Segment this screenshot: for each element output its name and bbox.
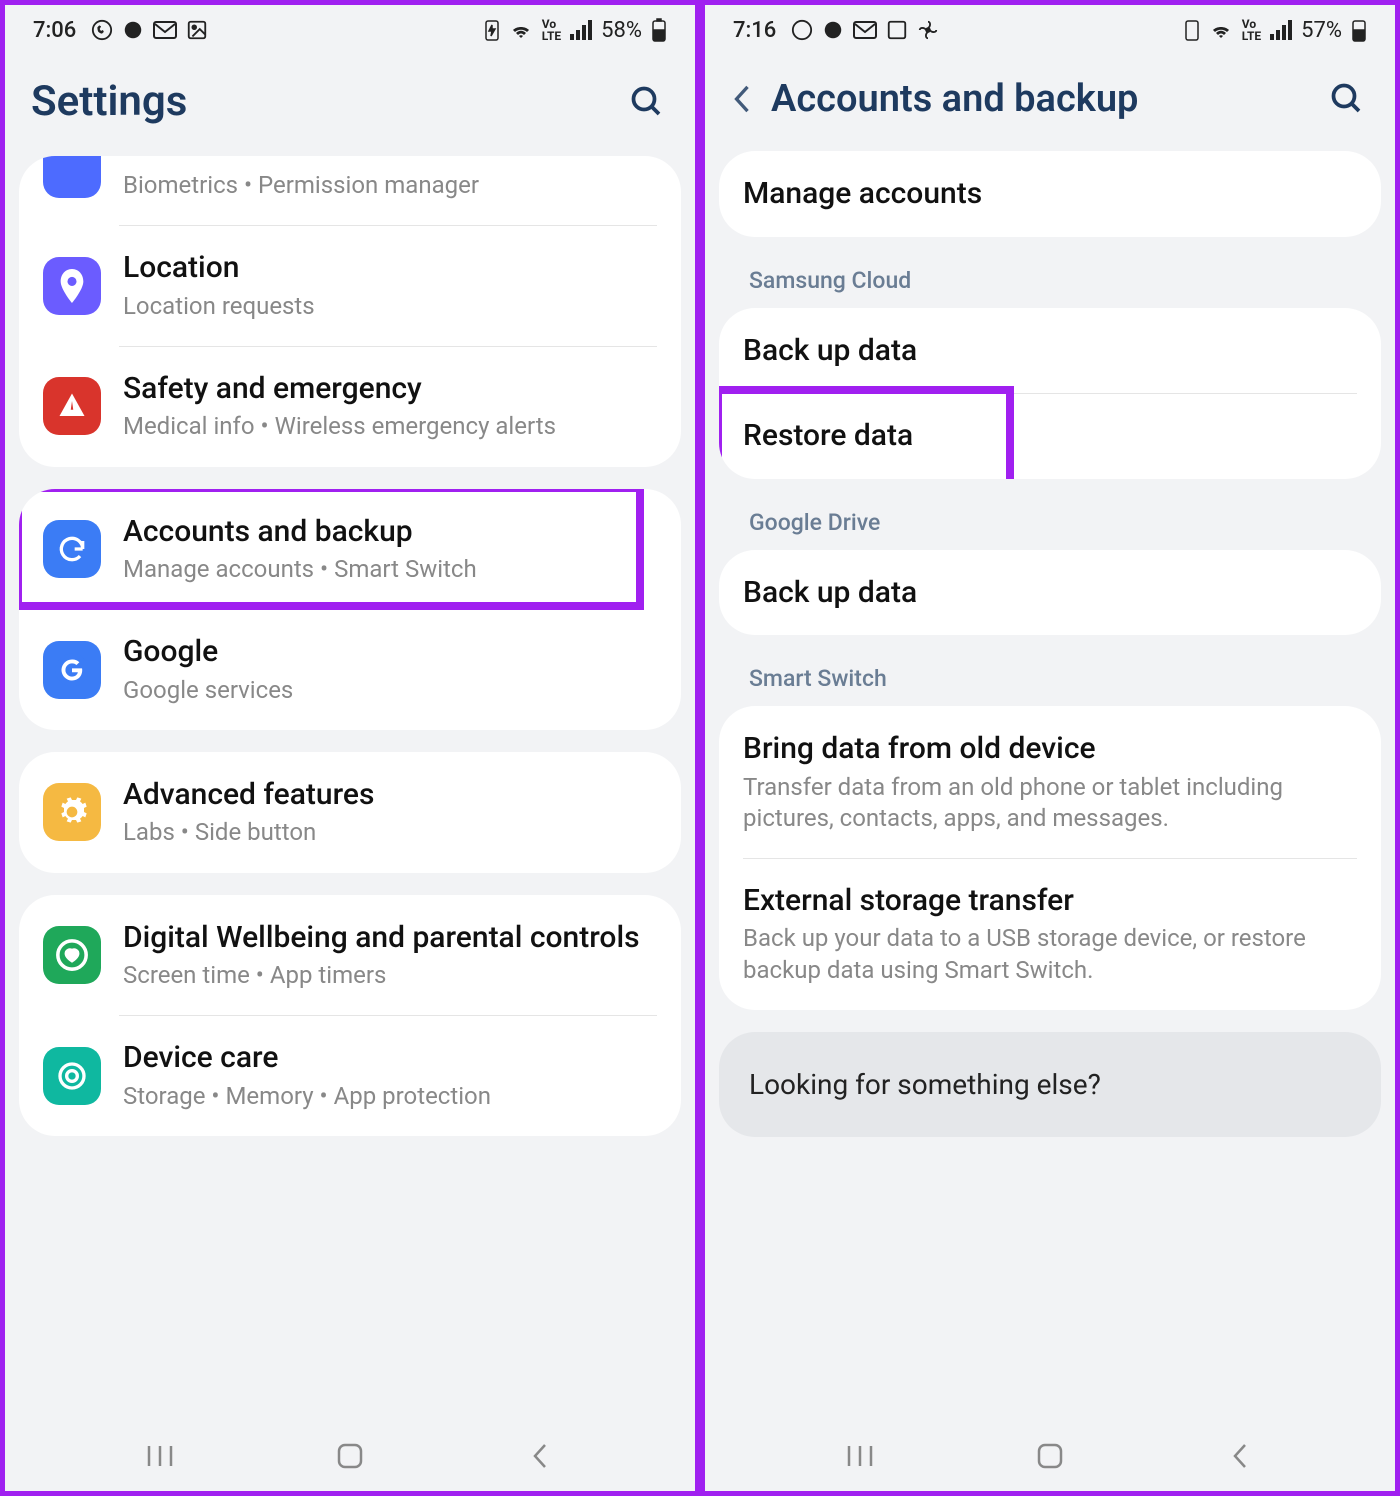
row-google[interactable]: Google Google services bbox=[19, 609, 681, 730]
row-bring-data[interactable]: Bring data from old device Transfer data… bbox=[719, 706, 1381, 858]
clock: 7:06 bbox=[33, 18, 76, 43]
nav-recents[interactable] bbox=[130, 1436, 190, 1476]
phone-right: 7:16 VoLTE 57% Accounts and backup Man bbox=[700, 0, 1400, 1496]
row-backup-google[interactable]: Back up data bbox=[719, 550, 1381, 636]
battery-saver-icon bbox=[1184, 19, 1200, 41]
card-accounts-group: Accounts and backup Manage accounts • Sm… bbox=[19, 489, 681, 730]
signal-icon bbox=[1270, 20, 1292, 40]
row-safety[interactable]: Safety and emergency Medical info • Wire… bbox=[19, 346, 681, 467]
page-header: Settings bbox=[5, 55, 695, 156]
phone-left: 7:06 VoLTE 58% Settings Biometrics • Per… bbox=[0, 0, 700, 1496]
nav-back[interactable] bbox=[510, 1436, 570, 1476]
row-wellbeing[interactable]: Digital Wellbeing and parental controls … bbox=[19, 895, 681, 1016]
status-bar: 7:06 VoLTE 58% bbox=[5, 5, 695, 55]
nav-back[interactable] bbox=[1210, 1436, 1270, 1476]
gallery-icon bbox=[186, 19, 208, 41]
row-external-storage[interactable]: External storage transfer Back up your d… bbox=[719, 858, 1381, 1010]
row-biometrics[interactable]: Biometrics • Permission manager bbox=[19, 156, 681, 225]
back-button[interactable] bbox=[731, 82, 771, 116]
row-backup-samsung[interactable]: Back up data bbox=[719, 308, 1381, 394]
alert-icon bbox=[43, 377, 101, 435]
nav-bar bbox=[705, 1421, 1395, 1491]
row-accounts-backup[interactable]: Accounts and backup Manage accounts • Sm… bbox=[19, 489, 681, 610]
volte-icon: VoLTE bbox=[1242, 18, 1261, 42]
message-icon bbox=[822, 19, 844, 41]
search-button[interactable] bbox=[629, 84, 669, 120]
shield-icon bbox=[43, 156, 101, 198]
gallery-icon bbox=[886, 19, 908, 41]
pin-icon bbox=[43, 257, 101, 315]
status-bar: 7:16 VoLTE 57% bbox=[705, 5, 1395, 55]
row-advanced[interactable]: Advanced features Labs • Side button bbox=[19, 752, 681, 873]
battery-saver-icon bbox=[484, 19, 500, 41]
settings-list: Biometrics • Permission manager Location… bbox=[5, 156, 695, 1421]
whatsapp-icon bbox=[791, 19, 813, 41]
nav-bar bbox=[5, 1421, 695, 1491]
card-privacy-group: Biometrics • Permission manager Location… bbox=[19, 156, 681, 467]
row-restore-data[interactable]: Restore data bbox=[719, 393, 1381, 479]
wifi-icon bbox=[1209, 20, 1233, 40]
google-icon bbox=[43, 641, 101, 699]
wifi-icon bbox=[509, 20, 533, 40]
nav-home[interactable] bbox=[1020, 1436, 1080, 1476]
fan-icon bbox=[917, 19, 939, 41]
looking-for-something[interactable]: Looking for something else? bbox=[719, 1032, 1381, 1137]
section-samsung-cloud: Samsung Cloud bbox=[719, 259, 1381, 308]
page-title: Accounts and backup bbox=[771, 77, 1329, 121]
row-device-care[interactable]: Device care Storage • Memory • App prote… bbox=[19, 1015, 681, 1136]
battery-icon bbox=[651, 18, 667, 42]
nav-recents[interactable] bbox=[830, 1436, 890, 1476]
battery-icon bbox=[1351, 18, 1367, 42]
device-icon bbox=[43, 1047, 101, 1105]
clock: 7:16 bbox=[733, 18, 776, 43]
page-header: Accounts and backup bbox=[705, 55, 1395, 151]
sync-icon bbox=[43, 520, 101, 578]
gmail-icon bbox=[853, 21, 877, 39]
row-location[interactable]: Location Location requests bbox=[19, 225, 681, 346]
row-manage-accounts[interactable]: Manage accounts bbox=[719, 151, 1381, 237]
signal-icon bbox=[570, 20, 592, 40]
card-advanced: Advanced features Labs • Side button bbox=[19, 752, 681, 873]
gear-icon bbox=[43, 783, 101, 841]
section-google-drive: Google Drive bbox=[719, 501, 1381, 550]
whatsapp-icon bbox=[91, 19, 113, 41]
nav-home[interactable] bbox=[320, 1436, 380, 1476]
battery-percent: 58% bbox=[601, 18, 642, 43]
volte-icon: VoLTE bbox=[542, 18, 561, 42]
battery-percent: 57% bbox=[1301, 18, 1342, 43]
accounts-backup-list: Manage accounts Samsung Cloud Back up da… bbox=[705, 151, 1395, 1421]
message-icon bbox=[122, 19, 144, 41]
gmail-icon bbox=[153, 21, 177, 39]
search-button[interactable] bbox=[1329, 81, 1369, 117]
heart-circle-icon bbox=[43, 926, 101, 984]
page-title: Settings bbox=[31, 77, 629, 126]
section-smart-switch: Smart Switch bbox=[719, 657, 1381, 706]
card-wellbeing-group: Digital Wellbeing and parental controls … bbox=[19, 895, 681, 1136]
